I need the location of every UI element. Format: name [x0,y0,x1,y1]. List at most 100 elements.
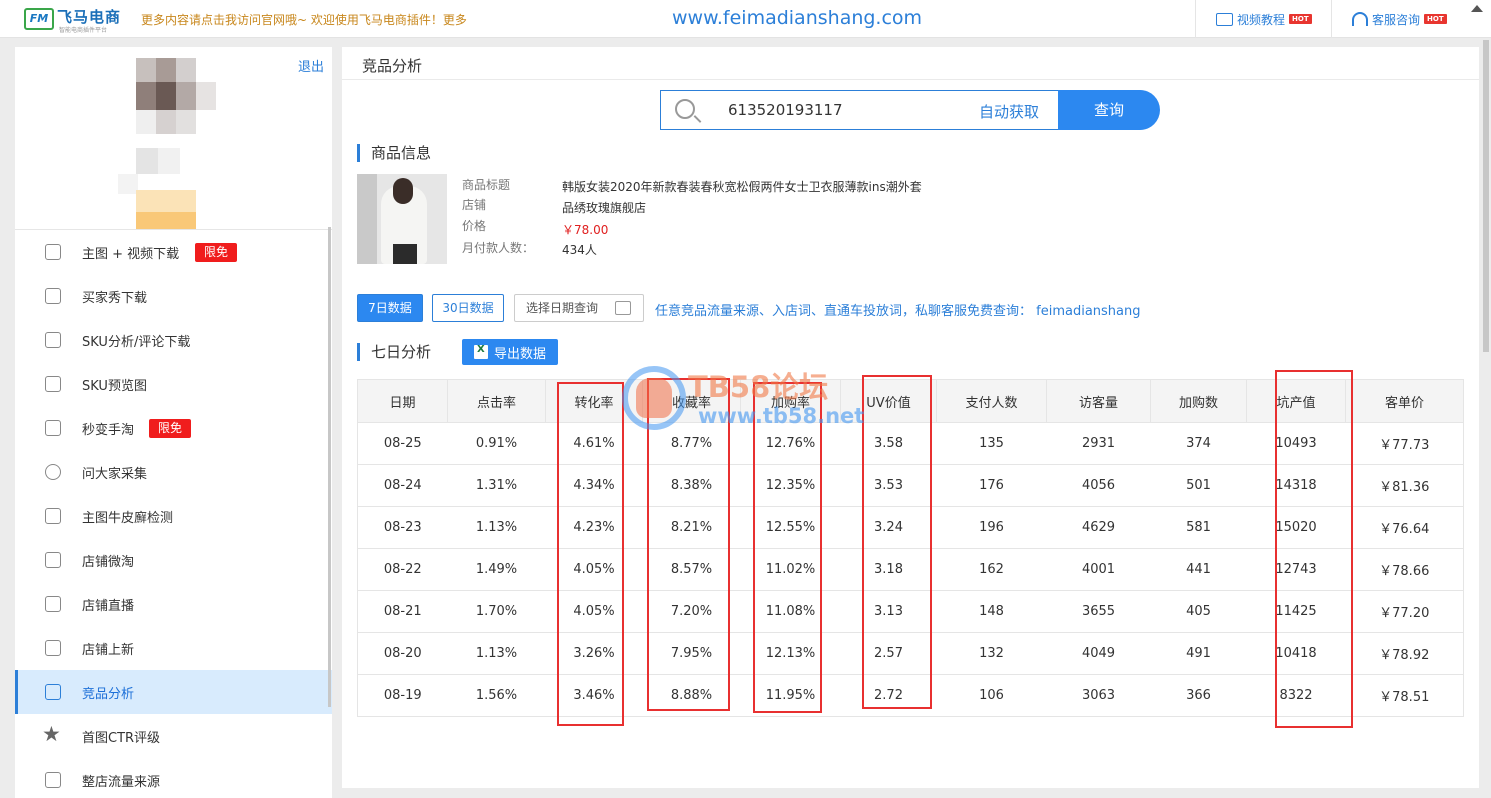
table-header-cell: 转化率 [545,379,643,423]
video-icon [1216,12,1233,26]
query-button[interactable]: 查询 [1058,90,1160,130]
sidebar-item-label: 整店流量来源 [82,774,161,790]
table-cell: 08-22 [357,548,448,591]
avatar [118,58,220,230]
sidebar-item[interactable]: 秒变手淘 限免 [15,406,332,450]
table-cell: 3655 [1046,590,1151,633]
table-header-cell: 日期 [357,379,448,423]
table-cell: 12.76% [740,422,841,465]
table-cell: 08-24 [357,464,448,507]
page-scrollbar[interactable] [1483,40,1489,352]
sidebar-item-label: 问大家采集 [82,466,148,482]
table-header-row: 日期 点击率 转化率 收藏率 加购率 UV价值 支付人数 访客量 加购数 坑产值 客单价 [357,379,1464,423]
logo[interactable]: FM 飞马电商 智能电商插件平台 [24,6,130,34]
shop-label: 店铺 [462,198,487,212]
sidebar-item[interactable]: 问大家采集 [15,450,332,494]
promo-text[interactable]: 任意竞品流量来源、入店词、直通车投放词，私聊客服免费查询： feimadians… [655,300,1141,319]
table-cell: 2.57 [840,632,937,675]
preview-icon [45,376,61,392]
table-cell: ￥77.20 [1345,590,1464,633]
sidebar-scrollbar[interactable] [328,227,331,707]
table-header-cell: 访客量 [1046,379,1151,423]
table-cell: 441 [1150,548,1247,591]
sidebar-item[interactable]: 买家秀下载 [15,274,332,318]
logo-mark: FM [24,8,54,30]
phone-icon [45,420,61,436]
sidebar: 退出 主图 + 视频下载 限免 买家秀下载 SKU分析/评论下载 SKU预览图 秒变手淘限… [15,47,332,798]
table-cell: ￥78.51 [1345,674,1464,717]
auto-get-link[interactable]: 自动获取 [979,101,1039,122]
table-cell: 4.23% [545,506,643,549]
table-cell: 3.58 [840,422,937,465]
table-cell: ￥78.66 [1345,548,1464,591]
table-cell: ￥77.73 [1345,422,1464,465]
free-badge: 限免 [195,242,238,262]
product-price: ￥78.00 [562,223,609,237]
table-cell: 3.46% [545,674,643,717]
site-url[interactable]: www.feimadianshang.com [672,7,922,29]
main-panel: 竞品分析 自动获取 查询 商品信息 商品标题 韩版女装2020年新款春装春秋宽松… [342,47,1479,788]
headset-icon [1352,12,1368,26]
sidebar-item[interactable]: SKU分析/评论下载 [15,318,332,362]
notice-link[interactable]: 更多内容请点击我访问官网哦~ 欢迎使用飞马电商插件！更多 [141,11,467,28]
table-cell: 4049 [1046,632,1151,675]
tab-7-day[interactable]: 7日数据 [357,294,423,322]
product-image[interactable] [357,174,447,264]
table-cell: 2931 [1046,422,1151,465]
logout-link[interactable]: 退出 [298,56,324,75]
sidebar-item[interactable]: 店铺直播 [15,582,332,626]
sidebar-item[interactable]: 店铺上新 [15,626,332,670]
table-cell: 491 [1150,632,1247,675]
table-row: 08-21 1.70% 4.05% 7.20% 11.08% 3.13 148 3655 405… [357,590,1464,633]
sidebar-item[interactable]: 主图 + 视频下载 限免 [15,230,332,274]
table-header-cell: 加购率 [740,379,841,423]
date-picker[interactable]: 选择日期查询 [514,294,644,322]
date-picker-placeholder: 选择日期查询 [526,301,599,315]
table-cell: 4.05% [545,548,643,591]
sidebar-item-label: SKU分析/评论下载 [82,334,191,350]
table-row: 08-22 1.49% 4.05% 8.57% 11.02% 3.18 162 4001 441… [357,548,1464,591]
customer-service-label: 客服咨询 [1372,12,1421,27]
sidebar-item[interactable]: 主图牛皮廯检测 [15,494,332,538]
export-label: 导出数据 [493,346,546,362]
tab-30-day[interactable]: 30日数据 [432,294,504,322]
monthly-buyers: 434人 [562,243,597,257]
sidebar-item[interactable]: 竞品分析 [15,670,332,714]
table-cell: ￥76.64 [1345,506,1464,549]
sidebar-item[interactable]: 整店流量来源 [15,758,332,798]
table-cell: 106 [936,674,1047,717]
table-cell: 14318 [1246,464,1346,507]
flow-icon [45,772,61,788]
excel-icon [473,344,488,359]
table-cell: 3.26% [545,632,643,675]
table-header-cell: 点击率 [447,379,546,423]
tv-icon [45,596,61,612]
search-input[interactable] [728,101,948,119]
question-icon [45,464,61,480]
table-cell: 3.53 [840,464,937,507]
table-cell: 4.61% [545,422,643,465]
sidebar-item-label: 店铺直播 [82,598,135,614]
table-cell: 8322 [1246,674,1346,717]
table-cell: 11.95% [740,674,841,717]
comment-icon [45,332,61,348]
table-header-cell: UV价值 [840,379,937,423]
scroll-up-arrow-icon[interactable] [1471,5,1483,12]
table-cell: 10493 [1246,422,1346,465]
shop-icon [45,552,61,568]
export-button[interactable]: 导出数据 [462,339,558,365]
sidebar-item[interactable]: SKU预览图 [15,362,332,406]
table-header-cell: 支付人数 [936,379,1047,423]
table-cell: 8.88% [642,674,741,717]
sidebar-item[interactable]: 首图CTR评级 [15,714,332,758]
table-cell: 08-23 [357,506,448,549]
customer-service-link[interactable]: 客服咨询 HOT [1331,0,1467,38]
table-cell: 1.56% [447,674,546,717]
camera-icon [45,288,61,304]
sidebar-item[interactable]: 店铺微淘 [15,538,332,582]
video-tutorial-link[interactable]: 视频教程 HOT [1195,0,1331,38]
hot-badge: HOT [1424,14,1447,24]
hot-badge: HOT [1289,14,1312,24]
table-cell: 8.57% [642,548,741,591]
table-cell: 08-20 [357,632,448,675]
